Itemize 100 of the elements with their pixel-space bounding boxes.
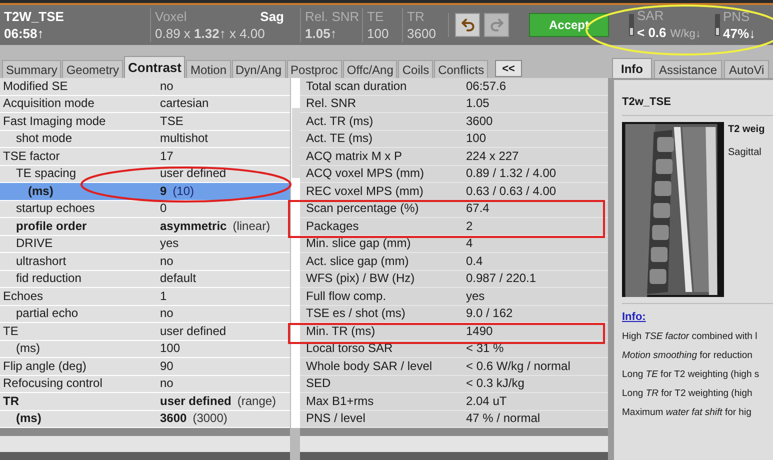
result-label: SED bbox=[306, 376, 332, 392]
tab[interactable]: Offc/Ang bbox=[342, 60, 398, 78]
parameter-row[interactable]: TE user defined bbox=[0, 323, 290, 340]
info-text: Maximum water fat shift for hig bbox=[622, 406, 752, 418]
parameter-label: Acquisition mode bbox=[2, 96, 96, 112]
tab[interactable]: Motion bbox=[186, 60, 231, 78]
parameter-value: multishot bbox=[160, 131, 208, 146]
parameter-row[interactable]: fid reduction default bbox=[0, 270, 290, 288]
field-value: 1.05↑ bbox=[305, 25, 338, 42]
result-value: 0.89 / 1.32 / 4.00 bbox=[466, 166, 556, 182]
parameter-label: shot mode bbox=[15, 131, 74, 146]
redo-icon bbox=[488, 17, 504, 33]
field-value: 100 bbox=[367, 25, 390, 42]
parameter-label: fid reduction bbox=[15, 271, 82, 286]
parameter-row[interactable]: TSE factor 17 bbox=[0, 148, 290, 166]
parameter-row[interactable]: Refocusing control no bbox=[0, 376, 290, 393]
parameter-label: TE bbox=[2, 324, 20, 339]
field-value: 3600 bbox=[407, 25, 437, 42]
field-label: Voxel bbox=[155, 8, 187, 25]
result-label: Full flow comp. bbox=[306, 288, 388, 304]
result-value: 4 bbox=[466, 236, 473, 252]
result-value: 06:57.6 bbox=[466, 78, 506, 94]
result-label: Min. TR (ms) bbox=[306, 324, 376, 339]
pns-label: PNS bbox=[723, 8, 751, 25]
parameter-value: cartesian bbox=[160, 96, 209, 112]
parameter-value: TSE bbox=[160, 114, 184, 129]
tab[interactable]: Conflicts bbox=[434, 60, 488, 78]
pns-value: 47%↓ bbox=[723, 25, 756, 42]
parameter-value: 1 bbox=[160, 288, 167, 304]
parameter-row[interactable]: Fast Imaging mode TSE bbox=[0, 113, 290, 130]
orientation-label: Sag bbox=[260, 8, 285, 25]
result-label: Max B1+rms bbox=[306, 394, 375, 409]
result-value: < 31 % bbox=[466, 341, 504, 356]
result-value: 67.4 bbox=[466, 201, 490, 216]
parameter-row[interactable]: Modified SE no bbox=[0, 78, 290, 96]
parameter-row[interactable]: (ms) 3600 (3000) bbox=[0, 410, 290, 428]
tab[interactable]: Info bbox=[612, 58, 652, 78]
result-label: Local torso SAR bbox=[306, 341, 394, 356]
parameter-row[interactable]: (ms) 9 (10) bbox=[0, 183, 290, 200]
result-label: Scan percentage (%) bbox=[306, 201, 420, 216]
result-label: Act. TE (ms) bbox=[306, 131, 374, 146]
undo-icon bbox=[460, 17, 476, 33]
parameter-label: TR bbox=[2, 394, 20, 409]
tab[interactable]: Summary bbox=[2, 60, 62, 78]
tab[interactable]: Assistance bbox=[654, 60, 722, 78]
parameter-label: (ms) bbox=[15, 341, 41, 356]
parameter-row[interactable]: TR user defined (range) bbox=[0, 393, 290, 410]
protocol-name: T2W_TSE bbox=[4, 8, 65, 25]
info-text: High TSE factor combined with l bbox=[622, 330, 758, 342]
info-text: Long TR for T2 weighting (high bbox=[622, 388, 754, 398]
parameter-value: user defined bbox=[160, 166, 226, 182]
result-label: REC voxel MPS (mm) bbox=[306, 184, 424, 199]
parameter-row[interactable]: Acquisition mode cartesian bbox=[0, 96, 290, 113]
tab[interactable]: Dyn/Ang bbox=[232, 60, 286, 78]
parameter-row[interactable]: Flip angle (deg) 90 bbox=[0, 358, 290, 376]
scrollbar[interactable] bbox=[290, 78, 300, 428]
tab[interactable]: AutoVi bbox=[724, 60, 770, 78]
field-value: 0.89 x 1.32↑ x 4.00 bbox=[155, 25, 266, 42]
tab[interactable]: Geometry bbox=[62, 60, 124, 78]
tab[interactable]: Coils bbox=[398, 60, 434, 78]
result-label: Total scan duration bbox=[306, 78, 408, 94]
result-label: WFS (pix) / BW (Hz) bbox=[306, 271, 416, 286]
collapse-button[interactable]: << bbox=[495, 60, 522, 77]
parameter-value: user defined bbox=[160, 324, 226, 339]
info-link[interactable]: Info: bbox=[622, 312, 773, 322]
parameter-row[interactable]: Echoes 1 bbox=[0, 288, 290, 306]
parameter-row[interactable]: shot mode multishot bbox=[0, 130, 290, 148]
undo-button[interactable] bbox=[455, 13, 480, 37]
result-value: 2.04 uT bbox=[466, 394, 507, 409]
field-label: TR bbox=[407, 8, 424, 25]
parameter-row[interactable]: startup echoes 0 bbox=[0, 200, 290, 218]
parameter-row[interactable]: DRIVE yes bbox=[0, 236, 290, 253]
result-label: Rel. SNR bbox=[306, 96, 358, 112]
parameter-value: user defined bbox=[160, 394, 232, 409]
scan-duration: 06:58↑ bbox=[4, 25, 45, 42]
parameter-label: (ms) bbox=[27, 184, 54, 199]
field-label: Rel. SNR bbox=[305, 8, 360, 25]
result-value: 1.05 bbox=[466, 96, 490, 112]
parameter-value: 100 bbox=[160, 341, 180, 356]
info-text: Long TE for T2 weighting (high s bbox=[622, 368, 760, 380]
default-value: (range) bbox=[237, 394, 276, 409]
default-value: (3000) bbox=[192, 411, 228, 426]
parameter-row[interactable]: (ms) 100 bbox=[0, 340, 290, 358]
parameter-row[interactable]: ultrashort no bbox=[0, 253, 290, 270]
parameter-value: 0 bbox=[160, 201, 167, 216]
tab[interactable]: Contrast bbox=[124, 56, 186, 78]
info-text: Motion smoothing for reduction bbox=[622, 350, 754, 360]
result-label: Min. slice gap (mm) bbox=[306, 236, 412, 252]
parameter-value: 3600 bbox=[160, 411, 187, 426]
result-value: 3600 bbox=[466, 114, 493, 129]
parameter-value: default bbox=[160, 271, 196, 286]
result-value: 2 bbox=[466, 218, 473, 234]
tab[interactable]: Postproc bbox=[286, 60, 342, 78]
image-caption: Sagittal bbox=[728, 146, 762, 160]
result-value: 9.0 / 162 bbox=[466, 306, 513, 322]
parameter-value: no bbox=[160, 306, 174, 322]
result-value: < 0.6 W/kg / normal bbox=[466, 358, 570, 374]
parameter-row[interactable]: profile order asymmetric (linear) bbox=[0, 218, 290, 236]
parameter-value: no bbox=[160, 376, 174, 392]
parameter-row[interactable]: partial echo no bbox=[0, 306, 290, 323]
